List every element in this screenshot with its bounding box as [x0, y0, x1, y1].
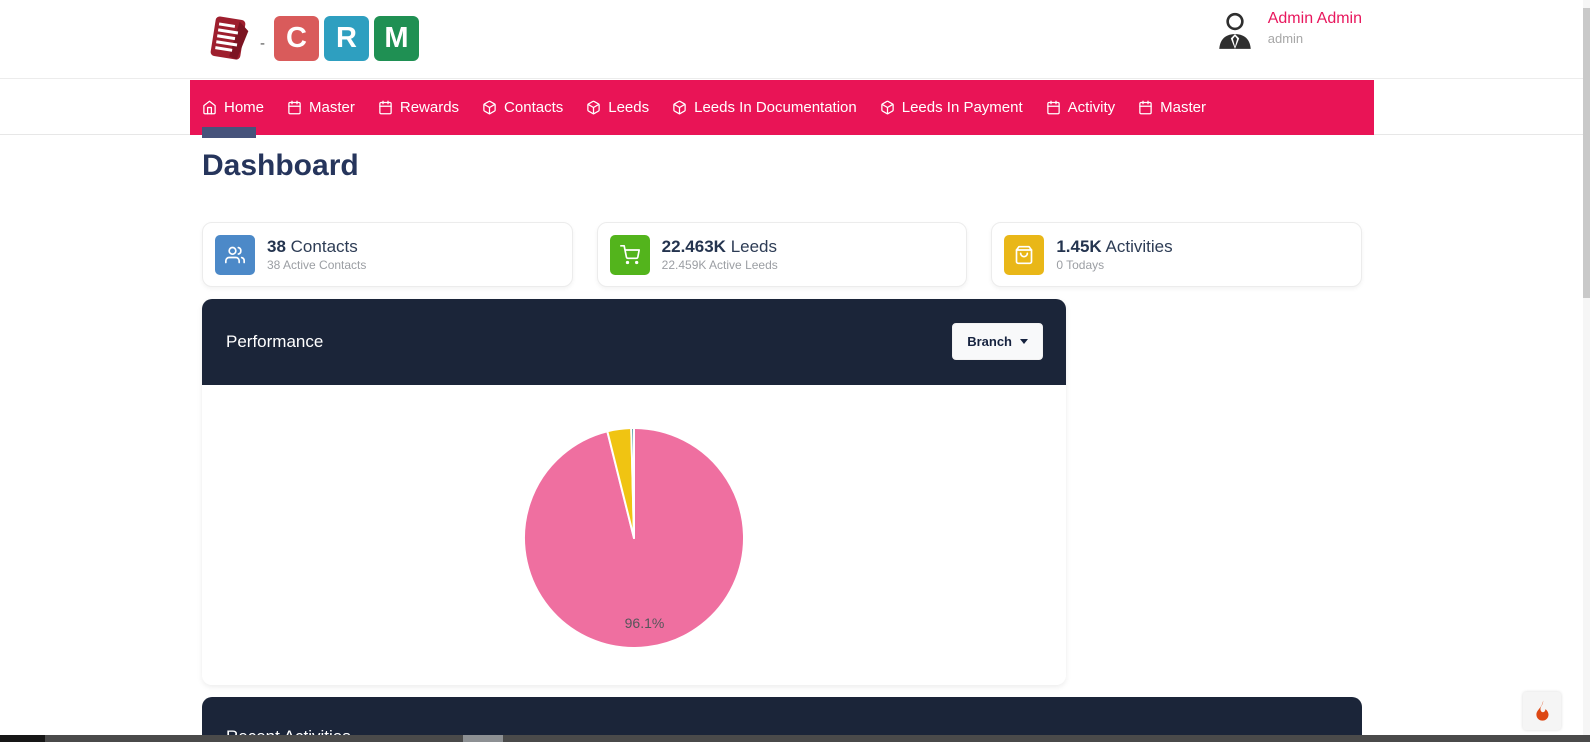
performance-title: Performance [226, 332, 323, 352]
pie-data-label: 96.1% [625, 615, 665, 631]
nav-active-indicator [202, 127, 256, 138]
calendar-icon [287, 100, 302, 115]
logo-letter-c: C [274, 16, 319, 61]
user-role: admin [1268, 30, 1362, 47]
calendar-icon [1138, 100, 1153, 115]
performance-panel: Performance Branch 96.1% [202, 299, 1066, 685]
nav-label: Activity [1068, 99, 1116, 116]
logo-letter-r: R [324, 16, 369, 61]
stat-value: 38 [267, 237, 286, 256]
users-icon [215, 235, 255, 275]
user-avatar-icon [1214, 10, 1256, 52]
cart-icon [610, 235, 650, 275]
box-icon [880, 100, 895, 115]
nav-label: Leeds In Documentation [694, 99, 857, 116]
nav-label: Contacts [504, 99, 563, 116]
nav-item-rewards[interactable]: Rewards [378, 99, 459, 116]
nav-item-master-2[interactable]: Master [1138, 99, 1206, 116]
calendar-icon [378, 100, 393, 115]
performance-panel-header: Performance Branch [202, 299, 1066, 385]
stat-value: 1.45K [1056, 237, 1101, 256]
nav-row: Home Master Rewards Contacts Leeds Leeds [0, 80, 1590, 135]
logo-letter-m: M [374, 16, 419, 61]
stat-subtext: 22.459K Active Leeds [662, 257, 778, 274]
performance-chart-area: 96.1% [202, 385, 1066, 685]
nav-label: Home [224, 99, 264, 116]
stat-value: 22.463K [662, 237, 726, 256]
logo-flag-icon [202, 12, 254, 64]
stats-row: 38 Contacts 38 Active Contacts 22.463K L… [202, 222, 1362, 287]
stat-card-activities: 1.45K Activities 0 Todays [991, 222, 1362, 287]
nav-item-contacts[interactable]: Contacts [482, 99, 563, 116]
flame-icon [1531, 699, 1553, 723]
bag-icon [1004, 235, 1044, 275]
stat-label: Contacts [291, 237, 358, 256]
calendar-icon [1046, 100, 1061, 115]
nav-item-master[interactable]: Master [287, 99, 355, 116]
app-logo[interactable]: - C R M [202, 12, 419, 64]
stat-label: Leeds [731, 237, 777, 256]
nav-label: Master [1160, 99, 1206, 116]
crm-dashboard-page: - C R M Admin Admin admin Home [0, 0, 1590, 742]
nav-label: Leeds In Payment [902, 99, 1023, 116]
horizontal-scrollbar-corner [0, 735, 45, 742]
stat-subtext: 38 Active Contacts [267, 257, 366, 274]
home-icon [202, 100, 217, 115]
user-name: Admin Admin [1268, 8, 1362, 30]
user-menu[interactable]: Admin Admin admin [1214, 8, 1362, 52]
stat-card-contacts: 38 Contacts 38 Active Contacts [202, 222, 573, 287]
debug-toolbar-button[interactable] [1523, 692, 1561, 730]
nav-item-leeds[interactable]: Leeds [586, 99, 649, 116]
box-icon [586, 100, 601, 115]
box-icon [672, 100, 687, 115]
stat-label: Activities [1106, 237, 1173, 256]
nav-label: Master [309, 99, 355, 116]
nav-item-home[interactable]: Home [202, 99, 264, 116]
vertical-scrollbar-thumb[interactable] [1583, 8, 1590, 298]
nav-label: Rewards [400, 99, 459, 116]
nav-label: Leeds [608, 99, 649, 116]
vertical-scrollbar-track [1583, 0, 1590, 742]
stat-subtext: 0 Todays [1056, 257, 1172, 274]
nav-item-leeds-in-payment[interactable]: Leeds In Payment [880, 99, 1023, 116]
box-icon [482, 100, 497, 115]
chevron-down-icon [1020, 339, 1028, 344]
horizontal-scrollbar-thumb[interactable] [463, 735, 503, 742]
branch-filter-button[interactable]: Branch [952, 323, 1043, 360]
pie-chart: 96.1% [520, 424, 748, 652]
branch-button-label: Branch [967, 334, 1012, 349]
horizontal-scrollbar-track [0, 735, 1590, 742]
stat-card-leeds: 22.463K Leeds 22.459K Active Leeds [597, 222, 968, 287]
top-header: - C R M Admin Admin admin [0, 0, 1590, 79]
nav-item-leeds-in-documentation[interactable]: Leeds In Documentation [672, 99, 857, 116]
page-title: Dashboard [202, 149, 359, 183]
logo-separator: - [260, 35, 265, 52]
nav-item-activity[interactable]: Activity [1046, 99, 1116, 116]
main-nav: Home Master Rewards Contacts Leeds Leeds [190, 80, 1374, 135]
